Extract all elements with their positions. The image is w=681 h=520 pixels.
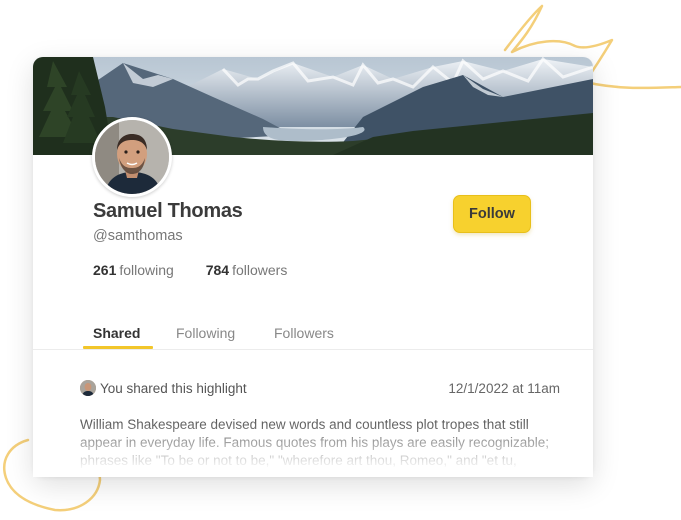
profile-handle: @samthomas	[93, 228, 183, 244]
profile-tabs: Shared Following Followers	[33, 319, 593, 350]
followers-count: 784	[205, 262, 230, 278]
shared-label: You shared this highlight	[100, 381, 247, 396]
feed-item[interactable]: You shared this highlight 12/1/2022 at 1…	[80, 379, 560, 477]
following-count: 261	[93, 262, 117, 278]
profile-stats: 261 following 784 followers	[93, 262, 287, 278]
active-tab-indicator	[83, 346, 153, 349]
feed-item-header: You shared this highlight 12/1/2022 at 1…	[80, 379, 560, 399]
tab-shared[interactable]: Shared	[93, 325, 140, 341]
followers-label: followers	[232, 262, 288, 278]
tab-following[interactable]: Following	[176, 325, 235, 341]
timestamp: 12/1/2022 at 11am	[448, 381, 560, 396]
profile-card: Samuel Thomas @samthomas 261 following 78…	[33, 57, 593, 477]
user-avatar-icon	[80, 380, 96, 396]
profile-name: Samuel Thomas	[93, 200, 243, 222]
followers-stat[interactable]: 784 followers	[206, 262, 288, 278]
following-stat[interactable]: 261 following	[93, 262, 174, 278]
tab-followers[interactable]: Followers	[274, 325, 334, 341]
avatar[interactable]	[92, 117, 172, 197]
highlight-excerpt: William Shakespeare devised new words an…	[80, 417, 549, 477]
following-label: following	[119, 262, 174, 278]
follow-button[interactable]: Follow	[453, 195, 531, 233]
